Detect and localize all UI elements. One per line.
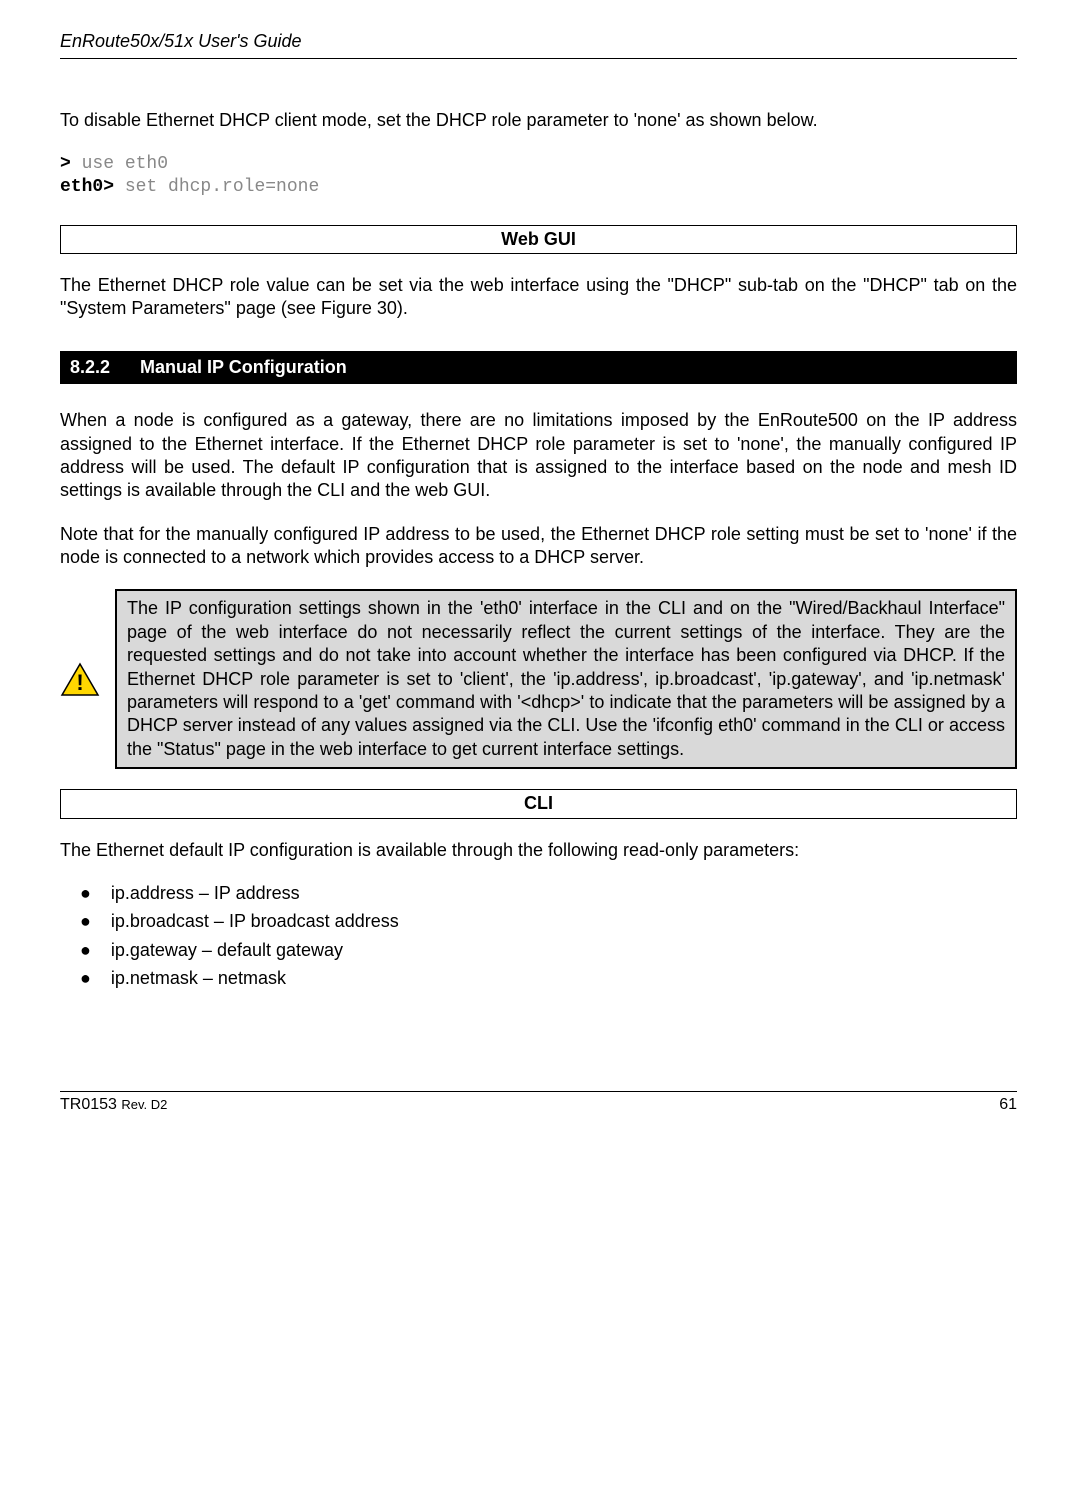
code-block: > use eth0 eth0> set dhcp.role=none <box>60 153 1017 200</box>
section-heading: 8.2.2 Manual IP Configuration <box>60 351 1017 384</box>
cli-text: The Ethernet default IP configuration is… <box>60 839 1017 862</box>
list-item-text: ip.netmask – netmask <box>111 967 286 990</box>
bullet-icon: ● <box>80 910 91 933</box>
section-title: Manual IP Configuration <box>140 357 347 377</box>
list-item-text: ip.broadcast – IP broadcast address <box>111 910 399 933</box>
code-prompt: > <box>60 154 71 174</box>
list-item: ● ip.netmask – netmask <box>80 967 1017 990</box>
document-header: EnRoute50x/51x User's Guide <box>60 30 1017 59</box>
list-item: ● ip.address – IP address <box>80 882 1017 905</box>
list-item: ● ip.gateway – default gateway <box>80 939 1017 962</box>
page-footer: TR0153 Rev. D2 61 <box>60 1091 1017 1116</box>
page-number: 61 <box>999 1095 1017 1116</box>
bullet-icon: ● <box>80 882 91 905</box>
list-item-text: ip.address – IP address <box>111 882 300 905</box>
code-command: set dhcp.role=none <box>114 177 319 197</box>
doc-number: TR0153 <box>60 1096 121 1113</box>
paragraph: When a node is configured as a gateway, … <box>60 409 1017 503</box>
bullet-icon: ● <box>80 939 91 962</box>
warning-box: ! The IP configuration settings shown in… <box>60 589 1017 769</box>
intro-paragraph: To disable Ethernet DHCP client mode, se… <box>60 109 1017 132</box>
web-gui-text: The Ethernet DHCP role value can be set … <box>60 274 1017 321</box>
bullet-icon: ● <box>80 967 91 990</box>
web-gui-header: Web GUI <box>60 225 1017 254</box>
svg-text:!: ! <box>76 670 83 695</box>
parameter-list: ● ip.address – IP address ● ip.broadcast… <box>60 882 1017 991</box>
footer-doc-id: TR0153 Rev. D2 <box>60 1095 167 1116</box>
code-prompt: eth0> <box>60 177 114 197</box>
warning-text: The IP configuration settings shown in t… <box>115 589 1017 769</box>
cli-header: CLI <box>60 789 1017 818</box>
paragraph: Note that for the manually configured IP… <box>60 523 1017 570</box>
revision: Rev. D2 <box>121 1097 167 1112</box>
code-command: use eth0 <box>71 154 168 174</box>
warning-icon: ! <box>60 589 115 769</box>
list-item: ● ip.broadcast – IP broadcast address <box>80 910 1017 933</box>
list-item-text: ip.gateway – default gateway <box>111 939 343 962</box>
section-number: 8.2.2 <box>70 357 110 377</box>
